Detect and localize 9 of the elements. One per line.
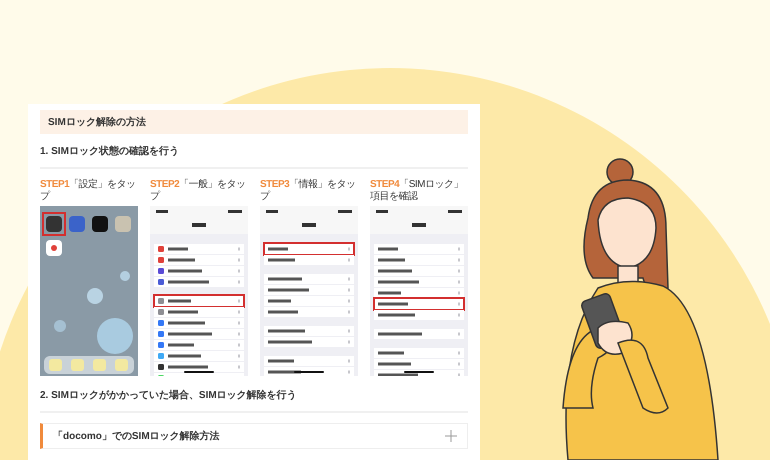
step-label: STEP4「SIMロック」項目を確認 bbox=[370, 179, 464, 203]
card-title: SIMロック解除の方法 bbox=[40, 110, 468, 134]
section-heading: 1. SIMロック状態の確認を行う bbox=[40, 144, 180, 159]
accordion-title: 「docomo」でのSIMロック解除方法 bbox=[53, 429, 220, 444]
accordion-header[interactable]: 「docomo」でのSIMロック解除方法 bbox=[40, 423, 468, 449]
step-label: STEP1「設定」をタップ bbox=[40, 179, 137, 203]
section-heading: 2. SIMロックがかかっていた場合、SIMロック解除を行う bbox=[40, 388, 298, 403]
step-label: STEP2「一般」をタップ bbox=[150, 179, 247, 203]
step-label: STEP3「情報」をタップ bbox=[260, 179, 357, 203]
